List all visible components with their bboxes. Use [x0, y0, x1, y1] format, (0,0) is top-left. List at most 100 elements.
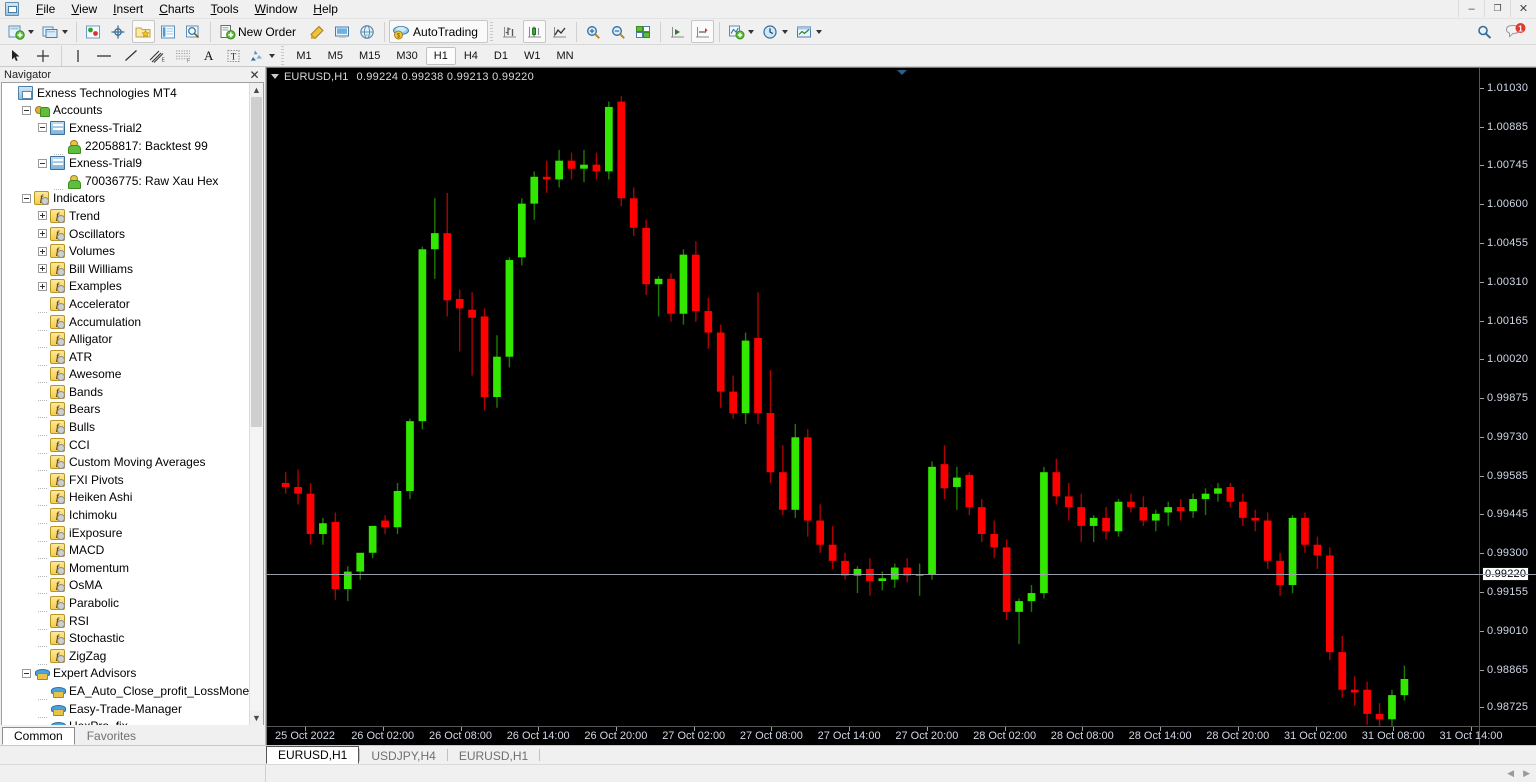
tree-item[interactable]: Easy-Trade-Manager — [2, 700, 249, 718]
periods-button[interactable] — [759, 20, 791, 43]
tree-item[interactable]: f Indicators — [2, 190, 249, 208]
tree-item[interactable]: 70036775: Raw Xau Hex — [2, 172, 249, 190]
tree-item[interactable]: f Parabolic — [2, 594, 249, 613]
navigator-tree[interactable]: Exness Technologies MT4 Accounts Exness-Tr… — [2, 83, 249, 725]
text-label-tool-button[interactable]: T — [221, 47, 246, 65]
scroll-track[interactable] — [250, 97, 263, 711]
tree-item[interactable]: f Accelerator — [2, 295, 249, 313]
tree-item[interactable]: f MACD — [2, 541, 249, 560]
line-chart-button[interactable] — [548, 20, 571, 43]
candlestick-chart-button[interactable] — [522, 20, 546, 43]
zoom-out-button[interactable] — [607, 20, 630, 43]
tree-item[interactable]: f ATR — [2, 348, 249, 366]
menu-insert[interactable]: Insert — [105, 0, 151, 18]
tree-item[interactable]: f FXI Pivots — [2, 471, 249, 489]
menu-file[interactable]: FFileile — [28, 0, 63, 18]
price-axis[interactable]: 1.01030 1.00885 1.00745 1.00600 1.00455 1.003… — [1479, 68, 1536, 726]
tree-item[interactable]: Exness-Trial2 — [2, 119, 249, 137]
scroll-down-icon[interactable]: ▼ — [250, 711, 263, 725]
tree-item[interactable]: EA_Auto_Close_profit_LossMoney — [2, 682, 249, 700]
timeframe-mn[interactable]: MN — [548, 47, 581, 65]
collapse-toggle[interactable] — [22, 668, 31, 678]
timeframe-w1[interactable]: W1 — [516, 47, 549, 65]
tree-item[interactable]: Accounts — [2, 102, 249, 120]
chart-shift-button[interactable] — [690, 20, 714, 43]
chevron-down-icon[interactable] — [28, 29, 34, 34]
tree-item[interactable]: f Volumes — [2, 242, 249, 260]
expert-advisors-button[interactable] — [331, 20, 354, 43]
tree-item[interactable]: f Bill Williams — [2, 260, 249, 278]
tree-item[interactable]: f Ichimoku — [2, 506, 249, 525]
scroll-right-icon[interactable]: ▶ — [1523, 768, 1530, 779]
tree-item[interactable]: f Heiken Ashi — [2, 489, 249, 507]
tree-item[interactable]: Expert Advisors — [2, 665, 249, 683]
tree-item[interactable]: f Custom Moving Averages — [2, 453, 249, 472]
scroll-thumb[interactable] — [251, 97, 262, 427]
timeframe-d1[interactable]: D1 — [486, 47, 516, 65]
timeframe-m15[interactable]: M15 — [351, 47, 388, 65]
tree-item[interactable]: f Bears — [2, 401, 249, 419]
zoom-in-button[interactable] — [582, 20, 605, 43]
menu-help[interactable]: Help — [305, 0, 346, 18]
tree-item[interactable]: f Oscillators — [2, 225, 249, 243]
tree-item[interactable]: Exness-Trial9 — [2, 154, 249, 172]
text-tool-button[interactable]: A — [196, 47, 221, 65]
time-axis[interactable]: 25 Oct 2022 26 Oct 02:00 26 Oct 08:00 26 Oc… — [267, 726, 1536, 745]
chevron-down-icon[interactable] — [815, 29, 822, 34]
tree-item[interactable]: f ZigZag — [2, 647, 249, 665]
close-button[interactable]: ✕ — [1510, 0, 1536, 17]
chart-tab-eurusd-h1-2[interactable]: EURUSD,H1 — [448, 747, 539, 764]
minimize-button[interactable]: – — [1458, 0, 1484, 17]
shapes-tool-button[interactable] — [246, 47, 279, 65]
chart-tab-eurusd-h1[interactable]: EURUSD,H1 — [266, 746, 360, 764]
chevron-down-icon[interactable] — [781, 29, 788, 34]
search-icon[interactable] — [1473, 20, 1497, 43]
chart-collapse-icon[interactable] — [896, 70, 907, 75]
scroll-left-icon[interactable]: ◀ — [1507, 768, 1514, 779]
chevron-down-icon[interactable] — [271, 74, 279, 79]
timeframe-h1[interactable]: H1 — [425, 46, 456, 65]
scroll-up-icon[interactable]: ▲ — [250, 83, 263, 97]
collapse-toggle[interactable] — [22, 105, 31, 115]
tree-item[interactable]: f Momentum — [2, 559, 249, 577]
timeframe-h4[interactable]: H4 — [456, 47, 486, 65]
timeframe-m1[interactable]: M1 — [288, 47, 319, 65]
status-bar-arrows[interactable]: ◀ ▶ — [1507, 768, 1530, 779]
tree-item[interactable]: f OsMA — [2, 577, 249, 595]
bar-chart-button[interactable] — [498, 20, 521, 43]
tree-item[interactable]: HexPro_fix — [2, 717, 249, 725]
auto-scroll-button[interactable] — [666, 20, 689, 43]
vertical-line-tool-button[interactable] — [66, 47, 90, 65]
new-chart-button[interactable] — [5, 20, 37, 43]
horizontal-line-tool-button[interactable] — [90, 47, 118, 65]
chevron-down-icon[interactable] — [269, 53, 276, 58]
tree-item[interactable]: f Examples — [2, 278, 249, 296]
expand-toggle[interactable] — [38, 229, 47, 239]
tile-windows-button[interactable] — [632, 20, 655, 43]
tree-item[interactable]: f Accumulation — [2, 313, 249, 331]
menu-charts[interactable]: Charts — [151, 0, 202, 18]
candlestick-plot[interactable] — [267, 68, 1479, 726]
templates-button[interactable] — [793, 20, 825, 43]
tree-item[interactable]: f Bulls — [2, 418, 249, 437]
chevron-down-icon[interactable] — [62, 29, 68, 34]
restore-button[interactable]: ❐ — [1484, 0, 1510, 17]
chevron-down-icon[interactable] — [747, 29, 754, 34]
timeframe-m5[interactable]: M5 — [320, 47, 351, 65]
profiles-button[interactable] — [39, 20, 71, 43]
fibonacci-tool-button[interactable]: F — [170, 47, 196, 65]
cursor-tool-button[interactable] — [4, 47, 29, 65]
tree-item[interactable]: 22058817: Backtest 99 — [2, 137, 249, 155]
metaeditor-button[interactable] — [306, 20, 329, 43]
crosshair-tool-button[interactable] — [29, 47, 57, 65]
timeframe-m30[interactable]: M30 — [388, 47, 425, 65]
tree-item[interactable]: f Bands — [2, 383, 249, 401]
alerts-button[interactable]: 1 — [1502, 20, 1530, 43]
expand-toggle[interactable] — [38, 281, 47, 291]
new-order-button[interactable]: New Order — [216, 20, 304, 43]
chart-canvas[interactable]: EURUSD,H1 0.99224 0.99238 0.99213 0.9922… — [267, 68, 1536, 726]
strategy-tester-button[interactable] — [182, 20, 205, 43]
tree-item[interactable]: f CCI — [2, 436, 249, 454]
tree-item[interactable]: f Stochastic — [2, 629, 249, 648]
market-watch-button[interactable] — [82, 20, 105, 43]
